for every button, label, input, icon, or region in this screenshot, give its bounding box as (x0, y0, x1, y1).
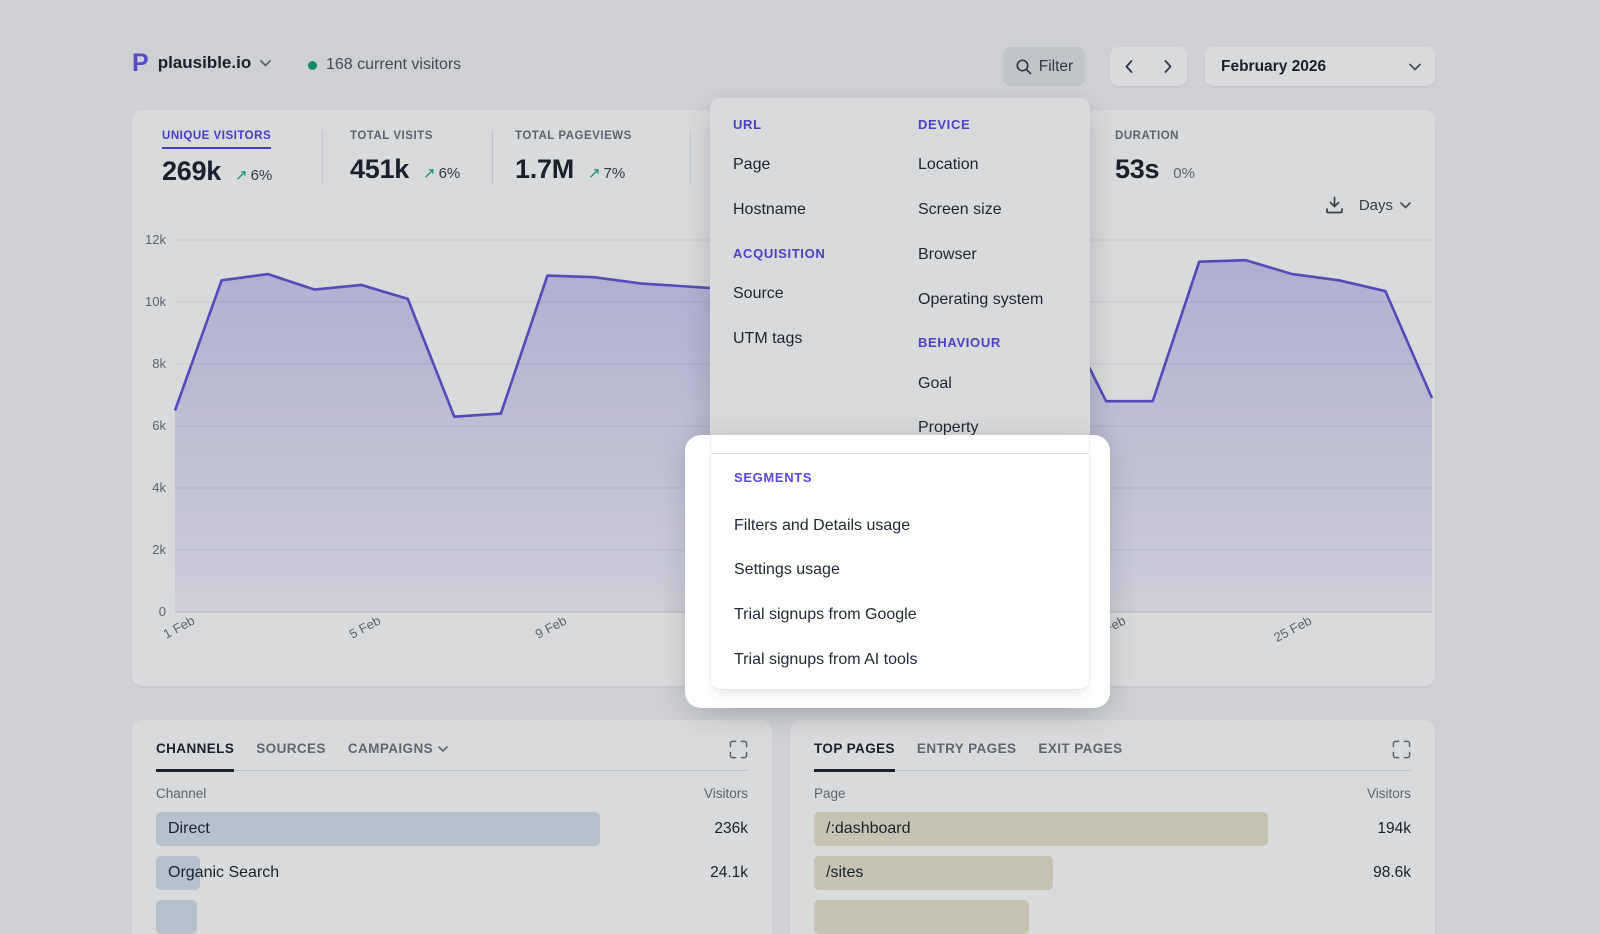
divider (711, 453, 1089, 454)
segment-item-settings-usage[interactable]: Settings usage (734, 561, 840, 583)
segments-group-title: SEGMENTS (734, 470, 812, 490)
filter-dropdown-segments-section: SEGMENTS Filters and Details usage Setti… (710, 435, 1090, 690)
segment-item-filters-and-details-usage[interactable]: Filters and Details usage (734, 517, 910, 539)
segment-item-trial-signups-from-ai-tools[interactable]: Trial signups from AI tools (734, 651, 917, 673)
segment-item-trial-signups-from-google[interactable]: Trial signups from Google (734, 606, 917, 628)
segments-spotlight: SEGMENTS Filters and Details usage Setti… (685, 435, 1110, 708)
